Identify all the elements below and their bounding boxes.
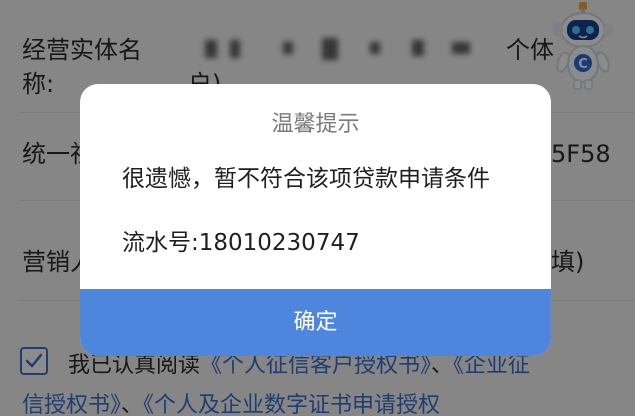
confirm-button[interactable]: 确定 [80,289,551,356]
dialog-title: 温馨提示 [271,112,360,137]
loan-application-screen: 经营实体名 称: 个体 户) 统一社 5F58 营销人 填) 我已认真阅读《个人… [0,0,635,416]
serial-number: 流水号:18010230747 [122,230,360,256]
dialog-message: 很遗憾，暂不符合该项贷款申请条件 [122,166,490,192]
alert-dialog: 温馨提示 很遗憾，暂不符合该项贷款申请条件 流水号:18010230747 确定 [80,84,551,356]
